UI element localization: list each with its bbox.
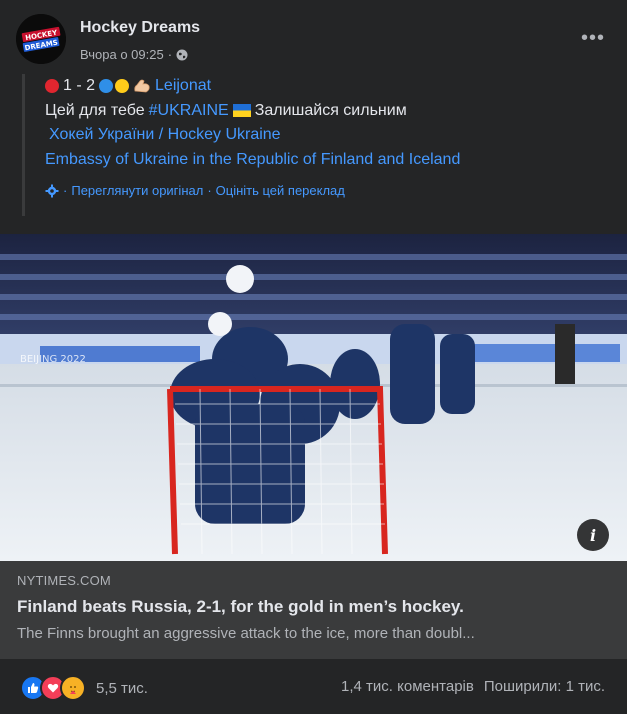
shares-count[interactable]: Поширили: 1 тис. xyxy=(484,678,605,695)
hockey-celebration-image: BEIJING 2022 xyxy=(0,234,627,561)
more-icon: ••• xyxy=(580,26,605,49)
red-circle-icon xyxy=(45,79,59,94)
flexed-biceps-icon xyxy=(134,79,150,93)
gear-icon xyxy=(45,184,59,198)
line2-prefix: Цей для тебе xyxy=(45,101,145,119)
page-name[interactable]: Hockey Dreams xyxy=(80,19,200,37)
info-button[interactable]: i xyxy=(577,519,609,551)
text-line-mention2: Embassy of Ukraine in the Republic of Fi… xyxy=(45,148,602,173)
preview-description: The Finns brought an aggressive attack t… xyxy=(17,625,475,642)
post-stats: 1,4 тис. коментарів Поширили: 1 тис. xyxy=(341,678,605,695)
facebook-post-card: HOCKEY DREAMS Hockey Dreams Вчора о 09:2… xyxy=(0,0,627,714)
hashtag-ukraine-link[interactable]: #UKRAINE xyxy=(149,99,229,124)
text-line-ukraine: Цей для тебе #UKRAINE Залишайся сильним xyxy=(45,99,602,124)
text-line-score: 1 - 2 Leijonat xyxy=(45,74,602,99)
svg-text:BEIJING 2022: BEIJING 2022 xyxy=(20,354,86,365)
yellow-circle-icon xyxy=(115,79,130,94)
post-header: HOCKEY DREAMS Hockey Dreams Вчора о 09:2… xyxy=(16,14,611,66)
post-text: 1 - 2 Leijonat Цей для тебе #UKRAINE Зал… xyxy=(22,74,602,216)
care-icon xyxy=(60,675,86,701)
preview-domain: NYTIMES.COM xyxy=(17,573,111,588)
rate-translation-link[interactable]: Оцініть цей переклад xyxy=(216,179,345,204)
hockey-ukraine-link[interactable]: Хокей України / Hockey Ukraine xyxy=(49,123,281,148)
meta-separator: · xyxy=(167,47,173,62)
view-original-link[interactable]: Переглянути оригінал xyxy=(71,179,203,204)
translate-separator-1: · xyxy=(63,183,68,198)
more-options-button[interactable]: ••• xyxy=(575,26,611,50)
post-timestamp[interactable]: Вчора о 09:25 xyxy=(80,47,164,62)
leijonat-link[interactable]: Leijonat xyxy=(155,74,211,99)
score-text: 1 - 2 xyxy=(63,77,96,94)
embassy-link[interactable]: Embassy of Ukraine in the Republic of Fi… xyxy=(45,148,460,173)
reaction-count[interactable]: 5,5 тис. xyxy=(96,680,148,697)
line2-suffix: Залишайся сильним xyxy=(254,101,407,119)
link-preview[interactable]: NYTIMES.COM Finland beats Russia, 2-1, f… xyxy=(0,561,627,659)
translation-row: · Переглянути оригінал · Оцініть цей пер… xyxy=(45,179,602,204)
info-icon: i xyxy=(589,525,597,545)
text-line-mention1: Хокей України / Hockey Ukraine xyxy=(45,123,602,148)
reactions-summary[interactable]: 5,5 тис. xyxy=(20,675,148,701)
post-photo[interactable]: BEIJING 2022 i xyxy=(0,234,627,561)
hockey-dreams-logo: HOCKEY DREAMS xyxy=(16,14,66,64)
post-meta: Вчора о 09:25 · xyxy=(80,47,188,62)
avatar[interactable]: HOCKEY DREAMS xyxy=(16,14,66,64)
preview-headline: Finland beats Russia, 2-1, for the gold … xyxy=(17,597,464,616)
translate-separator-2: · xyxy=(207,183,212,198)
blue-circle-icon xyxy=(99,79,114,94)
globe-icon xyxy=(176,49,188,60)
post-footer: 5,5 тис. 1,4 тис. коментарів Поширили: 1… xyxy=(0,669,627,705)
ukraine-flag-icon xyxy=(232,104,251,118)
comments-count[interactable]: 1,4 тис. коментарів xyxy=(341,678,474,695)
